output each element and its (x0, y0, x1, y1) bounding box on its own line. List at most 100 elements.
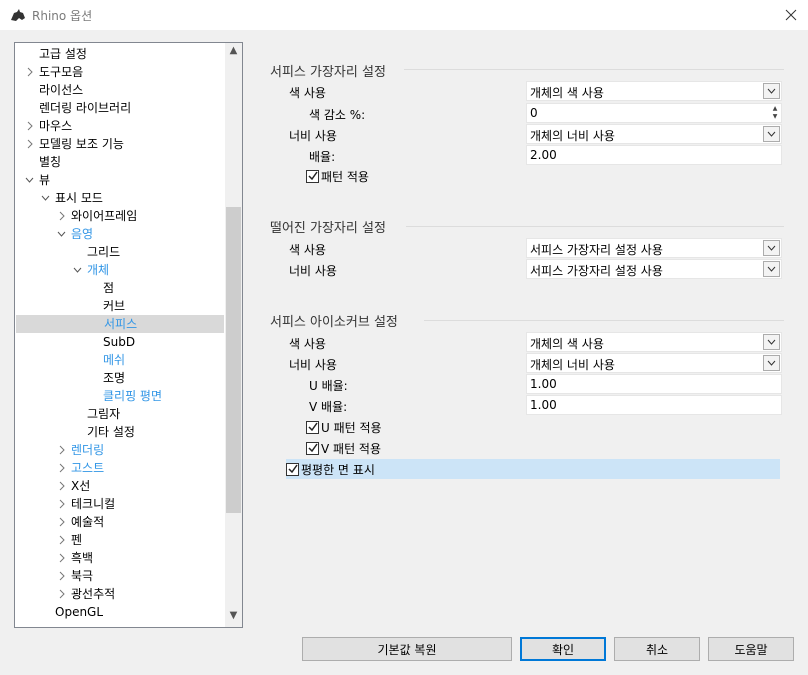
isocurve-width-label: 너비 사용 (289, 358, 337, 372)
tree-item[interactable]: 마우스 (15, 117, 225, 135)
chevron-down-icon[interactable] (23, 171, 35, 189)
v-scale-field[interactable]: 1.00 (526, 395, 782, 415)
tree-item-label: 조명 (103, 371, 126, 385)
tree-item[interactable]: X선 (15, 477, 225, 495)
tree-item[interactable]: 와이어프레임 (15, 207, 225, 225)
chevron-right-icon[interactable] (23, 117, 35, 135)
chevron-right-icon[interactable] (55, 207, 67, 225)
checkmark-icon[interactable] (306, 420, 319, 434)
tree-item-label: 고스트 (71, 461, 105, 475)
chevron-right-icon[interactable] (23, 135, 35, 153)
tree-item[interactable]: OpenGL (15, 603, 225, 621)
cancel-button[interactable]: 취소 (614, 637, 700, 661)
tree-item-label: 렌더링 (71, 443, 105, 457)
isocurve-width-combo[interactable]: 개체의 너비 사용 (526, 353, 782, 373)
chevron-down-icon[interactable] (763, 334, 780, 350)
restore-defaults-button[interactable]: 기본값 복원 (302, 637, 512, 661)
tree-item[interactable]: SubD (15, 333, 225, 351)
chevron-down-icon[interactable] (55, 225, 67, 243)
tree-item[interactable]: 점 (15, 279, 225, 297)
tree-item[interactable]: 광선추적 (15, 585, 225, 603)
chevron-right-icon[interactable] (55, 477, 67, 495)
chevron-right-icon[interactable] (55, 585, 67, 603)
scale-field[interactable]: 2.00 (526, 145, 782, 165)
chevron-right-icon[interactable] (55, 495, 67, 513)
tree-item[interactable]: 펜 (15, 531, 225, 549)
tree-item[interactable]: 그리드 (15, 243, 225, 261)
checkmark-icon[interactable] (306, 441, 319, 455)
tree-item[interactable]: 렌더링 라이브러리 (15, 99, 225, 117)
chevron-right-icon[interactable] (55, 531, 67, 549)
help-button[interactable]: 도움말 (708, 637, 794, 661)
flat-faces-checkbox[interactable]: 평평한 면 표시 (286, 460, 375, 478)
chevron-down-icon[interactable] (763, 261, 780, 277)
tree-item[interactable]: 음영 (15, 225, 225, 243)
tree-item[interactable]: 고스트 (15, 459, 225, 477)
scale-label: 배율: (309, 150, 336, 164)
chevron-right-icon[interactable] (55, 513, 67, 531)
tree-item-label: 기타 설정 (87, 425, 135, 439)
checkmark-icon[interactable] (286, 462, 299, 476)
v-pattern-checkbox[interactable]: V 패턴 적용 (306, 439, 381, 457)
tree-item[interactable]: 메쉬 (15, 351, 225, 369)
tree-item[interactable]: 도구모음 (15, 63, 225, 81)
tree-item[interactable]: 서피스 (16, 315, 224, 333)
tree-item[interactable]: 기타 설정 (15, 423, 225, 441)
chevron-down-icon[interactable] (763, 240, 780, 256)
naked-edge-width-combo[interactable]: 서피스 가장자리 설정 사용 (526, 259, 782, 279)
rhino-icon (10, 7, 26, 23)
surface-edge-width-label: 너비 사용 (289, 129, 337, 143)
tree-item[interactable]: 렌더링 (15, 441, 225, 459)
chevron-right-icon[interactable] (55, 549, 67, 567)
isocurve-color-combo[interactable]: 개체의 색 사용 (526, 332, 782, 352)
surface-edge-width-combo[interactable]: 개체의 너비 사용 (526, 124, 782, 144)
tree-item-label: 예술적 (71, 515, 105, 529)
tree-item-label: 렌더링 라이브러리 (39, 101, 132, 115)
spinner-icon[interactable]: ▲ ▼ (770, 105, 780, 121)
chevron-down-icon[interactable] (71, 261, 83, 279)
chevron-right-icon[interactable] (23, 63, 35, 81)
color-reduction-field[interactable]: 0 ▲ ▼ (526, 103, 782, 123)
checkmark-icon[interactable] (306, 169, 319, 183)
tree-item[interactable]: 뷰 (15, 171, 225, 189)
close-button[interactable] (780, 4, 802, 26)
tree-item[interactable]: 테크니컬 (15, 495, 225, 513)
tree-item[interactable]: 개체 (15, 261, 225, 279)
tree-item[interactable]: 커브 (15, 297, 225, 315)
chevron-down-icon[interactable] (763, 126, 780, 142)
options-tree[interactable]: 고급 설정 도구모음 라이선스렌더링 라이브러리마우스 모델링 보조 기능 별칭 뷰 표시 … (14, 42, 243, 628)
tree-item[interactable]: 표시 모드 (15, 189, 225, 207)
u-scale-field[interactable]: 1.00 (526, 374, 782, 394)
naked-edge-color-combo[interactable]: 서피스 가장자리 설정 사용 (526, 238, 782, 258)
tree-scrollbar[interactable]: ▲ ▼ (225, 43, 242, 627)
tree-item[interactable]: 예술적 (15, 513, 225, 531)
tree-item[interactable]: 라이선스 (15, 81, 225, 99)
tree-item[interactable]: 흑백 (15, 549, 225, 567)
tree-item[interactable]: 클리핑 평면 (15, 387, 225, 405)
scroll-up-icon[interactable]: ▲ (225, 45, 242, 59)
ok-button[interactable]: 확인 (520, 637, 606, 661)
u-pattern-checkbox[interactable]: U 패턴 적용 (306, 418, 382, 436)
surface-edge-color-combo[interactable]: 개체의 색 사용 (526, 81, 782, 101)
scroll-down-icon[interactable]: ▼ (225, 610, 242, 624)
chevron-down-icon[interactable] (763, 83, 780, 99)
tree-item[interactable]: 별칭 (15, 153, 225, 171)
tree-item[interactable]: 모델링 보조 기능 (15, 135, 225, 153)
tree-item[interactable]: 조명 (15, 369, 225, 387)
chevron-down-icon[interactable] (763, 355, 780, 371)
scroll-thumb[interactable] (226, 207, 241, 513)
tree-item-label: 서피스 (104, 317, 138, 331)
chevron-down-icon[interactable] (39, 189, 51, 207)
chevron-right-icon[interactable] (55, 459, 67, 477)
tree-item[interactable]: 북극 (15, 567, 225, 585)
chevron-right-icon[interactable] (55, 567, 67, 585)
tree-item-label: 클리핑 평면 (103, 389, 163, 403)
chevron-right-icon[interactable] (55, 441, 67, 459)
tree-item[interactable]: 고급 설정 (15, 45, 225, 63)
tree-item-label: 북극 (71, 569, 94, 583)
tree-item[interactable]: 그림자 (15, 405, 225, 423)
divider (406, 226, 784, 227)
tree-item-label: 개체 (87, 263, 110, 277)
surface-edge-title: 서피스 가장자리 설정 (270, 65, 386, 80)
apply-pattern-checkbox[interactable]: 패턴 적용 (306, 167, 369, 185)
